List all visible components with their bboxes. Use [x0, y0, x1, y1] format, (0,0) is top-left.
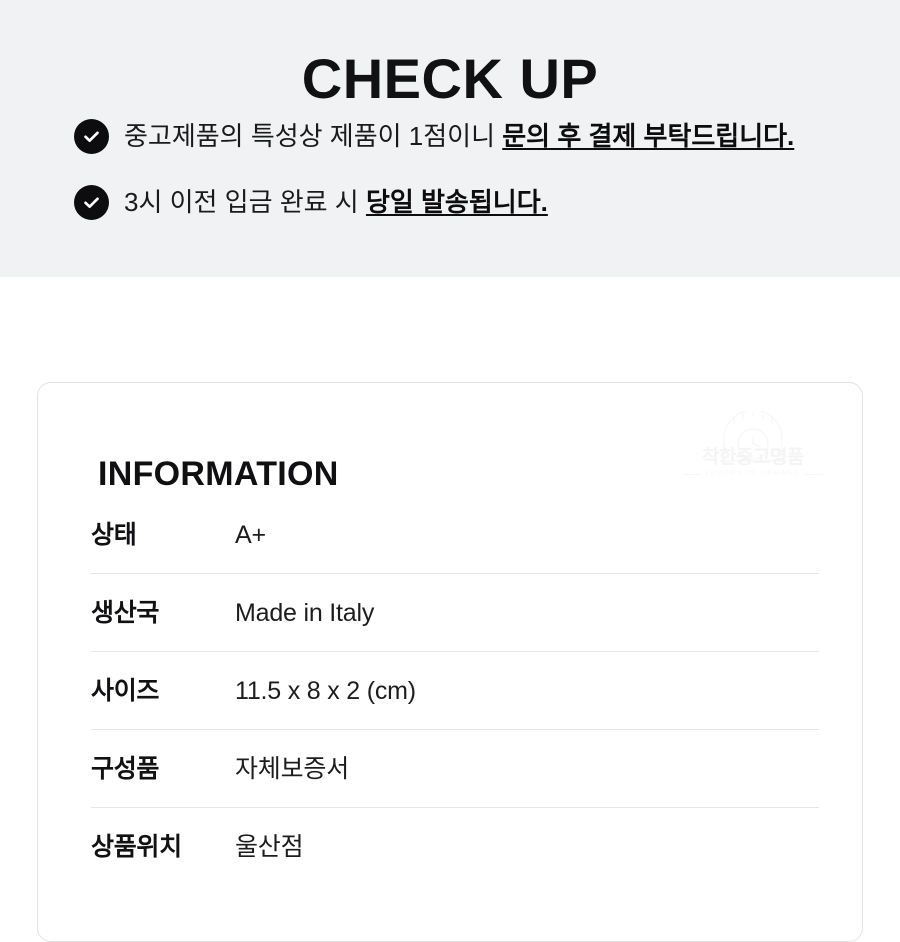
table-row-label: 생산국	[91, 598, 160, 627]
information-table: 상태 A+ 생산국 Made in Italy 사이즈 11.5 x 8 x 2…	[91, 496, 819, 886]
table-row-value: 자체보증서	[235, 754, 350, 783]
dome-clock-logo-icon	[710, 409, 796, 468]
checkup-bullet-text-2: 3시 이전 입금 완료 시 당일 발송됩니다.	[124, 185, 548, 219]
table-row-value: 울산점	[235, 833, 304, 861]
table-row-label: 구성품	[91, 754, 160, 783]
table-row-value: Made in Italy	[235, 598, 375, 627]
checkup-bullet-text-1: 중고제품의 특성상 제품이 1점이니 문의 후 결제 부탁드립니다.	[124, 119, 794, 153]
watermark-tagline-wrap: LUXURY IN DEMAND	[683, 469, 824, 479]
check-circle-icon	[74, 118, 109, 154]
table-row: 상품위치 울산점	[91, 808, 819, 886]
bullet-plain-text-2: 3시 이전 입금 완료 시	[124, 187, 366, 217]
checkup-bullet-list: 중고제품의 특성상 제품이 1점이니 문의 후 결제 부탁드립니다. 3시 이전…	[74, 110, 864, 242]
table-row-value: 11.5 x 8 x 2 (cm)	[235, 676, 416, 705]
table-row-value: A+	[235, 520, 266, 549]
bullet-emphasis-text-2: 당일 발송됩니다.	[365, 187, 548, 217]
checkup-section: CHECK UP 중고제품의 특성상 제품이 1점이니 문의 후 결제 부탁드립…	[0, 0, 900, 277]
list-item: 중고제품의 특성상 제품이 1점이니 문의 후 결제 부탁드립니다.	[74, 110, 864, 162]
table-row-label: 상품위치	[91, 833, 182, 861]
list-item: 3시 이전 입금 완료 시 당일 발송됩니다.	[74, 176, 864, 228]
information-heading: INFORMATION	[98, 455, 339, 494]
information-card: INFORMATION 착한중고명품 LUXURY IN DEMAND 상태 A…	[37, 382, 863, 942]
bullet-emphasis-text-1: 문의 후 결제 부탁드립니다.	[502, 121, 795, 151]
brand-watermark: 착한중고명품 LUXURY IN DEMAND	[688, 409, 818, 479]
check-circle-icon	[74, 184, 109, 220]
bullet-plain-text-1: 중고제품의 특성상 제품이 1점이니	[124, 121, 503, 151]
table-row-label: 사이즈	[91, 676, 160, 705]
table-row: 생산국 Made in Italy	[91, 574, 819, 652]
watermark-tagline: LUXURY IN DEMAND	[705, 470, 801, 477]
table-row: 사이즈 11.5 x 8 x 2 (cm)	[91, 652, 819, 730]
table-row: 구성품 자체보증서	[91, 730, 819, 808]
table-row: 상태 A+	[91, 496, 819, 574]
watermark-brand-name: 착한중고명품	[702, 447, 804, 468]
table-row-label: 상태	[91, 520, 137, 549]
page-title: CHECK UP	[301, 46, 599, 110]
